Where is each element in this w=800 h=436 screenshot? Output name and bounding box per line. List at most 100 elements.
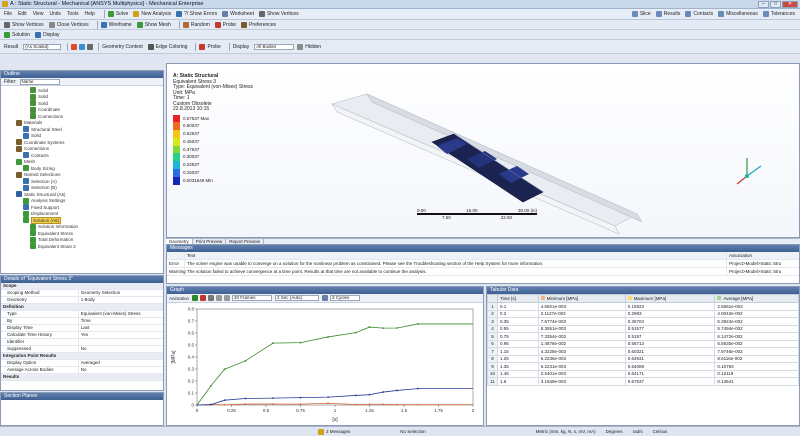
geometry-context-label[interactable]: Geometry Context <box>102 44 143 50</box>
close-button[interactable]: ✕ <box>782 1 798 8</box>
edge-icon[interactable] <box>147 43 154 50</box>
result-scale-select[interactable]: (As Scaled) <box>23 43 62 50</box>
details-value[interactable]: Time <box>79 318 163 324</box>
solution-context-button[interactable]: Solution <box>4 31 30 38</box>
details-value[interactable]: Averaged <box>79 360 163 366</box>
prev-frame-icon[interactable] <box>216 295 223 301</box>
vector-icon[interactable] <box>79 43 86 50</box>
message-warning-icon[interactable] <box>318 428 324 435</box>
results-menu-button[interactable]: Results <box>655 11 680 17</box>
tree-item-label: Fixed Support <box>31 204 60 210</box>
table-row[interactable]: 3 0.35 7.6774e-003 0.36704 5.3924e-002 <box>487 317 799 326</box>
tree-item[interactable]: Equivalent Strain 2 <box>1 243 163 250</box>
column-header[interactable]: Average [MPa] <box>714 294 799 303</box>
show-mesh-tool-button[interactable]: Show Mesh <box>136 21 171 28</box>
menu-help[interactable]: Help <box>85 11 95 17</box>
details-value[interactable]: Equivalent (von-Mises) Stress <box>79 311 163 317</box>
details-title: Details of "Equivalent Stress 3" <box>1 276 163 283</box>
table-cell: 0.60321 <box>624 347 716 356</box>
play-icon[interactable] <box>192 295 199 301</box>
edge-coloring-button[interactable]: Edge Coloring <box>156 44 188 50</box>
probe-button[interactable]: Probe <box>207 44 220 50</box>
cycles-select[interactable]: 3 Cycles <box>330 295 361 301</box>
preferences-tool-button[interactable]: Preferences <box>241 21 276 28</box>
table-row[interactable]: 5 0.75 7.3354e-003 0.5197 6.1472e-002 <box>487 332 799 341</box>
column-header[interactable]: Time [s] <box>497 294 539 303</box>
table-row[interactable]: 8 1.25 6.2236e-003 0.64931 8.6116e-002 <box>487 354 799 363</box>
export-video-icon[interactable] <box>322 295 329 301</box>
details-value[interactable]: 1 Body <box>79 297 163 303</box>
details-group[interactable]: Integration Point Results <box>1 353 163 360</box>
menu-file[interactable]: File <box>4 11 12 17</box>
status-messages[interactable]: 2 Messages <box>326 429 350 434</box>
details-group[interactable]: Scope <box>1 283 163 290</box>
row-number: 10 <box>487 369 498 378</box>
avg-series-point <box>223 399 226 402</box>
message-row[interactable]: Error The solver engine was unable to con… <box>167 260 799 268</box>
max-series-point <box>209 385 212 387</box>
solve-button[interactable]: Solve <box>107 11 128 17</box>
table-row[interactable]: 2 0.2 2.1127e-003 0.2983 4.0043e-002 <box>487 309 799 318</box>
probe-tool-button[interactable]: Probe <box>214 21 236 28</box>
next-frame-icon[interactable] <box>224 295 231 301</box>
filter-select[interactable]: Name <box>19 78 60 85</box>
table-row[interactable]: 1 0.1 4.6921e-003 0.15823 2.6561e-003 <box>487 302 799 311</box>
details-value[interactable]: No <box>79 367 163 373</box>
mesh-icon[interactable] <box>87 43 94 50</box>
speed-select[interactable]: 2 Sec (Auto) <box>275 295 320 301</box>
pause-icon[interactable] <box>208 295 215 301</box>
details-value[interactable]: Geometry Selection <box>79 290 163 296</box>
graphics-viewport[interactable]: A: Static Structural Equivalent Stress 3… <box>166 63 800 238</box>
graphics-toolbar: Show Vertices Close Vertices Wireframe Show… <box>0 20 800 30</box>
display-select[interactable]: All Bodies <box>254 43 295 50</box>
status-degrees: Degrees <box>605 429 623 434</box>
contacts-menu-button[interactable]: Contacts <box>685 11 713 17</box>
wireframe-tool-button[interactable]: Wireframe <box>100 21 132 28</box>
miscellaneous-menu-button[interactable]: Miscellaneous <box>718 11 758 17</box>
details-value[interactable]: Yes <box>79 332 163 338</box>
column-header[interactable]: Maximum [MPa] <box>624 294 716 303</box>
worksheet-button[interactable]: Worksheet <box>222 11 254 17</box>
show-vertices-button[interactable]: Show Vertices <box>258 11 299 17</box>
tolerances-menu-button[interactable]: Tolerances <box>762 11 795 17</box>
hidden-button[interactable]: Hidden <box>305 44 321 50</box>
menu-tools[interactable]: Tools <box>67 11 79 17</box>
display-context-button[interactable]: Display <box>35 31 59 38</box>
details-group[interactable]: Definition <box>1 304 163 311</box>
menu-edit[interactable]: Edit <box>18 11 27 17</box>
details-group[interactable]: Results <box>1 374 163 381</box>
column-header[interactable]: Minimum [MPa] <box>537 294 626 303</box>
table-row[interactable]: 11 1.6 3.1849e-003 0.67537 0.13641 <box>487 377 799 386</box>
new-analysis-button[interactable]: New Analysis <box>133 11 171 17</box>
details-value[interactable]: Last <box>79 325 163 331</box>
random-tool-button[interactable]: Random <box>182 21 210 28</box>
details-value[interactable] <box>79 339 163 345</box>
message-row[interactable]: Warning The solution failed to achieve co… <box>167 268 799 276</box>
table-row[interactable]: 7 1.15 4.3228e-003 0.60321 7.9746e-002 <box>487 347 799 356</box>
frames-select[interactable]: 20 Frames <box>232 295 273 301</box>
menu-view[interactable]: View <box>33 11 44 17</box>
table-row[interactable]: 9 1.35 6.2231e-003 0.64089 0.10793 <box>487 362 799 371</box>
max-series-point <box>396 327 398 329</box>
minimize-button[interactable]: – <box>758 1 769 8</box>
details-value[interactable]: No <box>79 346 163 352</box>
table-cell: 7.9746e-002 <box>714 347 799 356</box>
close-vertices-tool-button[interactable]: Close Vertices <box>48 21 89 28</box>
table-row[interactable]: 4 0.55 8.3551e-003 0.51577 5.7494e-002 <box>487 324 799 333</box>
show-errors-button[interactable]: ?/ Show Errors <box>176 11 217 17</box>
column-header-label: Time [s] <box>500 296 516 301</box>
min-series-point <box>354 403 357 406</box>
axis-triad[interactable] <box>727 154 777 194</box>
contour-icon[interactable] <box>71 43 78 50</box>
table-row[interactable]: 6 0.95 1.4876e-002 0.56713 6.5635e-002 <box>487 339 799 348</box>
stop-icon[interactable] <box>200 295 207 301</box>
maximize-button[interactable]: □ <box>770 1 781 8</box>
tree-node-icon <box>30 100 36 107</box>
probe-icon[interactable] <box>199 43 206 50</box>
show-vertices-tool-button[interactable]: Show Vertices <box>4 21 44 28</box>
menu-units[interactable]: Units <box>49 11 60 17</box>
slice-menu-button[interactable]: Slice <box>631 11 651 17</box>
table-row[interactable]: 10 1.45 2.5401e-003 0.64171 0.12119 <box>487 369 799 378</box>
table-cell: 5.3924e-002 <box>714 317 799 326</box>
hidden-icon[interactable] <box>297 43 304 50</box>
